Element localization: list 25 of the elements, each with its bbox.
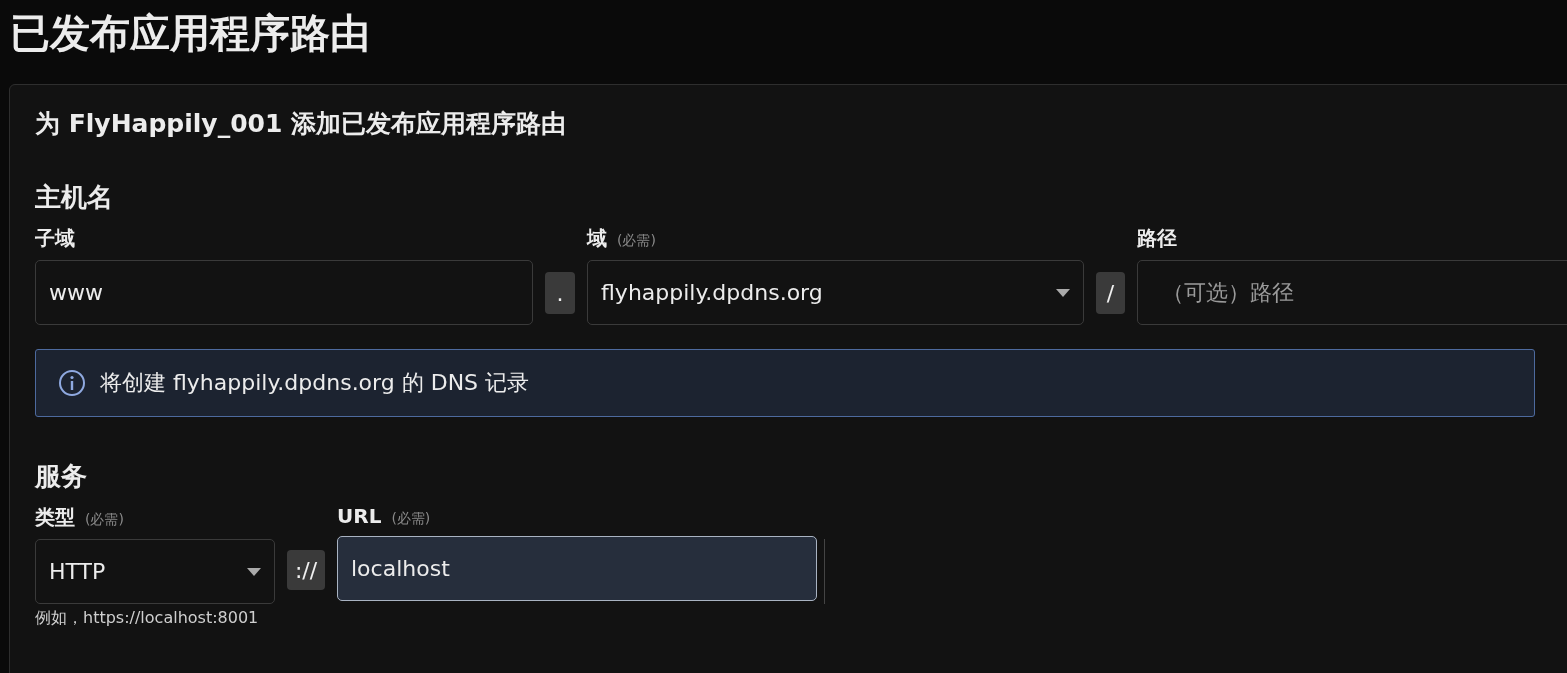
- required-note: (必需): [391, 510, 431, 528]
- scheme-separator: ://: [287, 550, 325, 590]
- field-label: 域: [587, 225, 607, 252]
- slash-separator: /: [1096, 272, 1125, 314]
- caret-icon: [247, 567, 261, 576]
- type-select[interactable]: HTTP: [35, 539, 275, 604]
- info-icon: [58, 369, 86, 397]
- dot-separator: .: [545, 272, 575, 314]
- caret-icon: [1056, 288, 1070, 297]
- field-label: 路径: [1137, 225, 1177, 252]
- subdomain-field[interactable]: www: [35, 260, 533, 325]
- page-title: 已发布应用程序路由: [10, 10, 370, 56]
- section-heading: 主机名: [35, 181, 113, 214]
- hint-text: 例如，https://localhost:8001: [35, 608, 260, 629]
- section-heading: 服务: [35, 460, 87, 493]
- field-label: 子域: [35, 225, 75, 252]
- url-field[interactable]: localhost: [337, 536, 817, 601]
- card-title: 为 FlyHappily_001 添加已发布应用程序路由: [35, 108, 567, 140]
- domain-select[interactable]: flyhappily.dpdns.org: [587, 260, 1084, 325]
- required-note: (必需): [85, 511, 124, 529]
- field-label: 类型: [35, 504, 75, 531]
- required-note: (必需): [617, 232, 656, 250]
- path-field[interactable]: （可选）路径: [1137, 260, 1567, 325]
- field-label: URL: [337, 504, 382, 528]
- alert-text: 将创建 flyhappily.dpdns.org 的 DNS 记录: [100, 369, 530, 397]
